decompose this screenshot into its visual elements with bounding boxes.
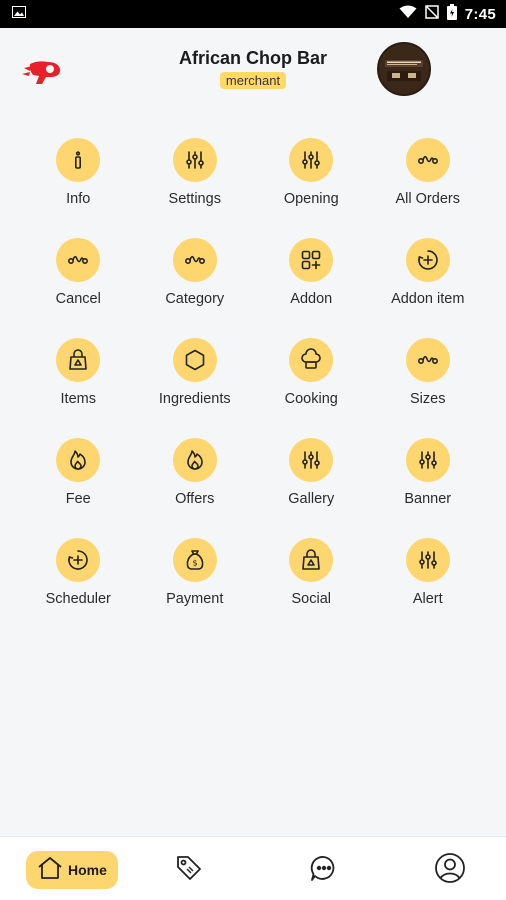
nav-home-button[interactable]: Home [26, 851, 118, 889]
menu-item-label: Fee [65, 491, 91, 507]
flame-icon [172, 438, 217, 482]
menu-item-label: Ingredients [158, 391, 231, 407]
svg-text:$: $ [192, 559, 197, 568]
add-circle-icon [56, 538, 101, 582]
nav-home-label: Home [68, 862, 107, 878]
menu-item-cancel[interactable]: Cancel [20, 238, 137, 338]
menu-item-label: Alert [412, 591, 443, 607]
wifi-icon [399, 5, 417, 24]
menu-item-label: Items [60, 391, 96, 407]
flame-icon [56, 438, 101, 482]
chef-hat-icon [289, 338, 334, 382]
menu-item-addon[interactable]: Addon [253, 238, 370, 338]
menu-item-label: All Orders [395, 191, 460, 207]
bag-icon [56, 338, 101, 382]
menu-item-items[interactable]: Items [20, 338, 137, 438]
sliders-icon [405, 538, 450, 582]
route-icon [172, 238, 217, 282]
sliders-icon [289, 438, 334, 482]
menu-item-label: Social [291, 591, 332, 607]
profile-icon [434, 852, 466, 889]
menu-item-label: Category [165, 291, 225, 307]
menu-item-payment[interactable]: $ Payment [137, 538, 254, 638]
menu-item-scheduler[interactable]: Scheduler [20, 538, 137, 638]
bag-icon [289, 538, 334, 582]
sliders-icon [289, 138, 334, 182]
menu-item-category[interactable]: Category [137, 238, 254, 338]
home-icon [36, 855, 64, 886]
menu-item-social[interactable]: Social [253, 538, 370, 638]
menu-item-alert[interactable]: Alert [370, 538, 487, 638]
battery-icon [446, 3, 457, 25]
menu-item-opening[interactable]: Opening [253, 138, 370, 238]
menu-item-fee[interactable]: Fee [20, 438, 137, 538]
menu-item-label: Payment [166, 591, 224, 607]
menu-item-offers[interactable]: Offers [137, 438, 254, 538]
status-bar: 7:45 [0, 0, 506, 28]
info-icon [56, 138, 101, 182]
menu-item-label: Opening [283, 191, 339, 207]
grid-plus-icon [289, 238, 334, 282]
menu-item-label: Addon item [391, 291, 465, 307]
menu-item-label: Scheduler [45, 591, 111, 607]
restaurant-avatar[interactable] [377, 42, 431, 96]
sliders-icon [405, 438, 450, 482]
add-circle-icon [405, 238, 450, 282]
menu-item-label: Sizes [410, 391, 446, 407]
header: African Chop Bar merchant [0, 28, 506, 118]
nav-offers-button[interactable] [172, 853, 206, 887]
hexagon-icon [172, 338, 217, 382]
image-icon [12, 5, 26, 23]
chat-icon [309, 853, 339, 888]
merchant-menu-grid: Info Settings Opening All Orders Cancel … [20, 138, 486, 638]
menu-item-gallery[interactable]: Gallery [253, 438, 370, 538]
status-time: 7:45 [464, 5, 496, 23]
tag-icon [174, 853, 204, 888]
sliders-icon [172, 138, 217, 182]
menu-item-label: Offers [175, 491, 215, 507]
menu-item-settings[interactable]: Settings [137, 138, 254, 238]
route-icon [56, 238, 101, 282]
menu-item-ingredients[interactable]: Ingredients [137, 338, 254, 438]
menu-item-sizes[interactable]: Sizes [370, 338, 487, 438]
role-badge: merchant [219, 72, 287, 89]
no-sim-icon [425, 4, 439, 24]
menu-item-banner[interactable]: Banner [370, 438, 487, 538]
route-icon [405, 138, 450, 182]
menu-item-label: Cooking [284, 391, 338, 407]
menu-item-addon-item[interactable]: Addon item [370, 238, 487, 338]
menu-item-cooking[interactable]: Cooking [253, 338, 370, 438]
menu-item-label: Info [66, 191, 91, 207]
menu-item-label: Settings [168, 191, 221, 207]
bottom-nav: Home [0, 836, 506, 900]
nav-profile-button[interactable] [433, 852, 467, 889]
route-icon [405, 338, 450, 382]
menu-item-label: Addon [290, 291, 333, 307]
menu-item-all-orders[interactable]: All Orders [370, 138, 487, 238]
menu-item-info[interactable]: Info [20, 138, 137, 238]
nav-chat-button[interactable] [307, 853, 341, 887]
menu-item-label: Cancel [55, 291, 101, 307]
money-bag-icon: $ [172, 538, 217, 582]
menu-item-label: Banner [404, 491, 452, 507]
menu-item-label: Gallery [288, 491, 335, 507]
